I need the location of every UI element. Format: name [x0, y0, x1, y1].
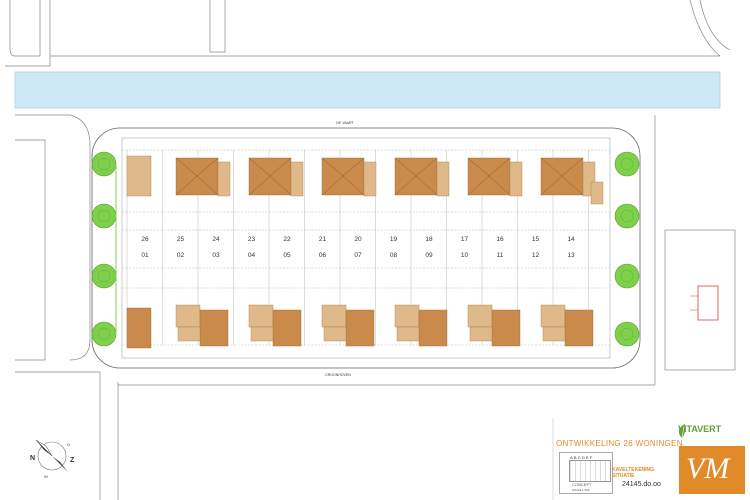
house-bottom-1 [126, 307, 152, 349]
lot-number-26: 26 [141, 236, 149, 243]
house-bottom-3 [248, 304, 302, 347]
house-top-2 [175, 157, 231, 197]
lot-number-01: 01 [141, 252, 149, 259]
house-bottom-2 [175, 304, 229, 347]
architect-logo: VM [686, 452, 730, 485]
house-bottom-7 [540, 304, 594, 347]
house-top-6 [467, 157, 523, 197]
street-label-top: DE VAART [336, 121, 354, 125]
lot-number-23: 23 [248, 236, 256, 243]
street-label-bottom: CROONHOVEN [325, 373, 351, 377]
canal [14, 71, 721, 109]
annex-building [697, 285, 719, 321]
lot-number-03: 03 [212, 252, 220, 259]
lot-number-24: 24 [212, 236, 220, 243]
compass: N O Z W [30, 439, 75, 479]
lot-number-17: 17 [461, 236, 469, 243]
developer-logo: VITAVERT [678, 424, 722, 434]
lot-number-02: 02 [177, 252, 185, 259]
house-bottom-6 [467, 304, 521, 347]
tree-left-4 [91, 321, 117, 347]
lot-number-05: 05 [283, 252, 291, 259]
site-plan: 26 25 24 23 22 21 20 19 18 17 16 15 14 01 02 03 04 05 06 07… [5, 0, 736, 500]
house-top-1 [126, 155, 152, 197]
lot-number-06: 06 [319, 252, 327, 259]
house-top-5 [394, 157, 450, 197]
lot-number-19: 19 [390, 236, 398, 243]
house-bottom-4 [321, 304, 375, 347]
tree-right-3 [614, 263, 640, 289]
project-title: ONTWIKKELING 26 WONINGEN [556, 439, 683, 448]
lot-number-15: 15 [532, 236, 540, 243]
drawing-number: 24145.do.oo [622, 481, 661, 488]
tree-left-1 [91, 151, 117, 177]
lot-number-09: 09 [425, 252, 433, 259]
lot-number-04: 04 [248, 252, 256, 259]
lot-number-12: 12 [532, 252, 540, 259]
lot-number-08: 08 [390, 252, 398, 259]
lot-number-07: 07 [354, 252, 362, 259]
drawing-title-2: SITUATIE [612, 473, 635, 479]
scale-label: Schaal 1:250 [572, 488, 590, 492]
compass-w: W [44, 474, 48, 479]
lot-number-22: 22 [283, 236, 291, 243]
tree-right-1 [614, 151, 640, 177]
house-top-7 [540, 157, 604, 205]
lot-number-13: 13 [567, 252, 575, 259]
lot-number-21: 21 [319, 236, 327, 243]
compass-e: O [67, 442, 70, 447]
compass-s: Z [70, 457, 75, 464]
compass-n: N [30, 455, 35, 462]
tree-right-2 [614, 203, 640, 229]
revision-grid [569, 460, 611, 482]
tree-left-3 [91, 263, 117, 289]
tree-left-2 [91, 203, 117, 229]
top-road [5, 0, 731, 67]
house-top-4 [321, 157, 377, 197]
lot-number-18: 18 [425, 236, 433, 243]
tree-right-4 [614, 321, 640, 347]
lot-number-20: 20 [354, 236, 362, 243]
lot-number-10: 10 [461, 252, 469, 259]
stage-label: CONCEPT [572, 482, 592, 487]
house-top-3 [248, 157, 304, 197]
lot-number-11: 11 [497, 252, 504, 259]
lot-number-25: 25 [177, 236, 185, 243]
lot-number-16: 16 [496, 236, 504, 243]
lot-number-14: 14 [567, 236, 575, 243]
house-bottom-5 [394, 304, 448, 347]
